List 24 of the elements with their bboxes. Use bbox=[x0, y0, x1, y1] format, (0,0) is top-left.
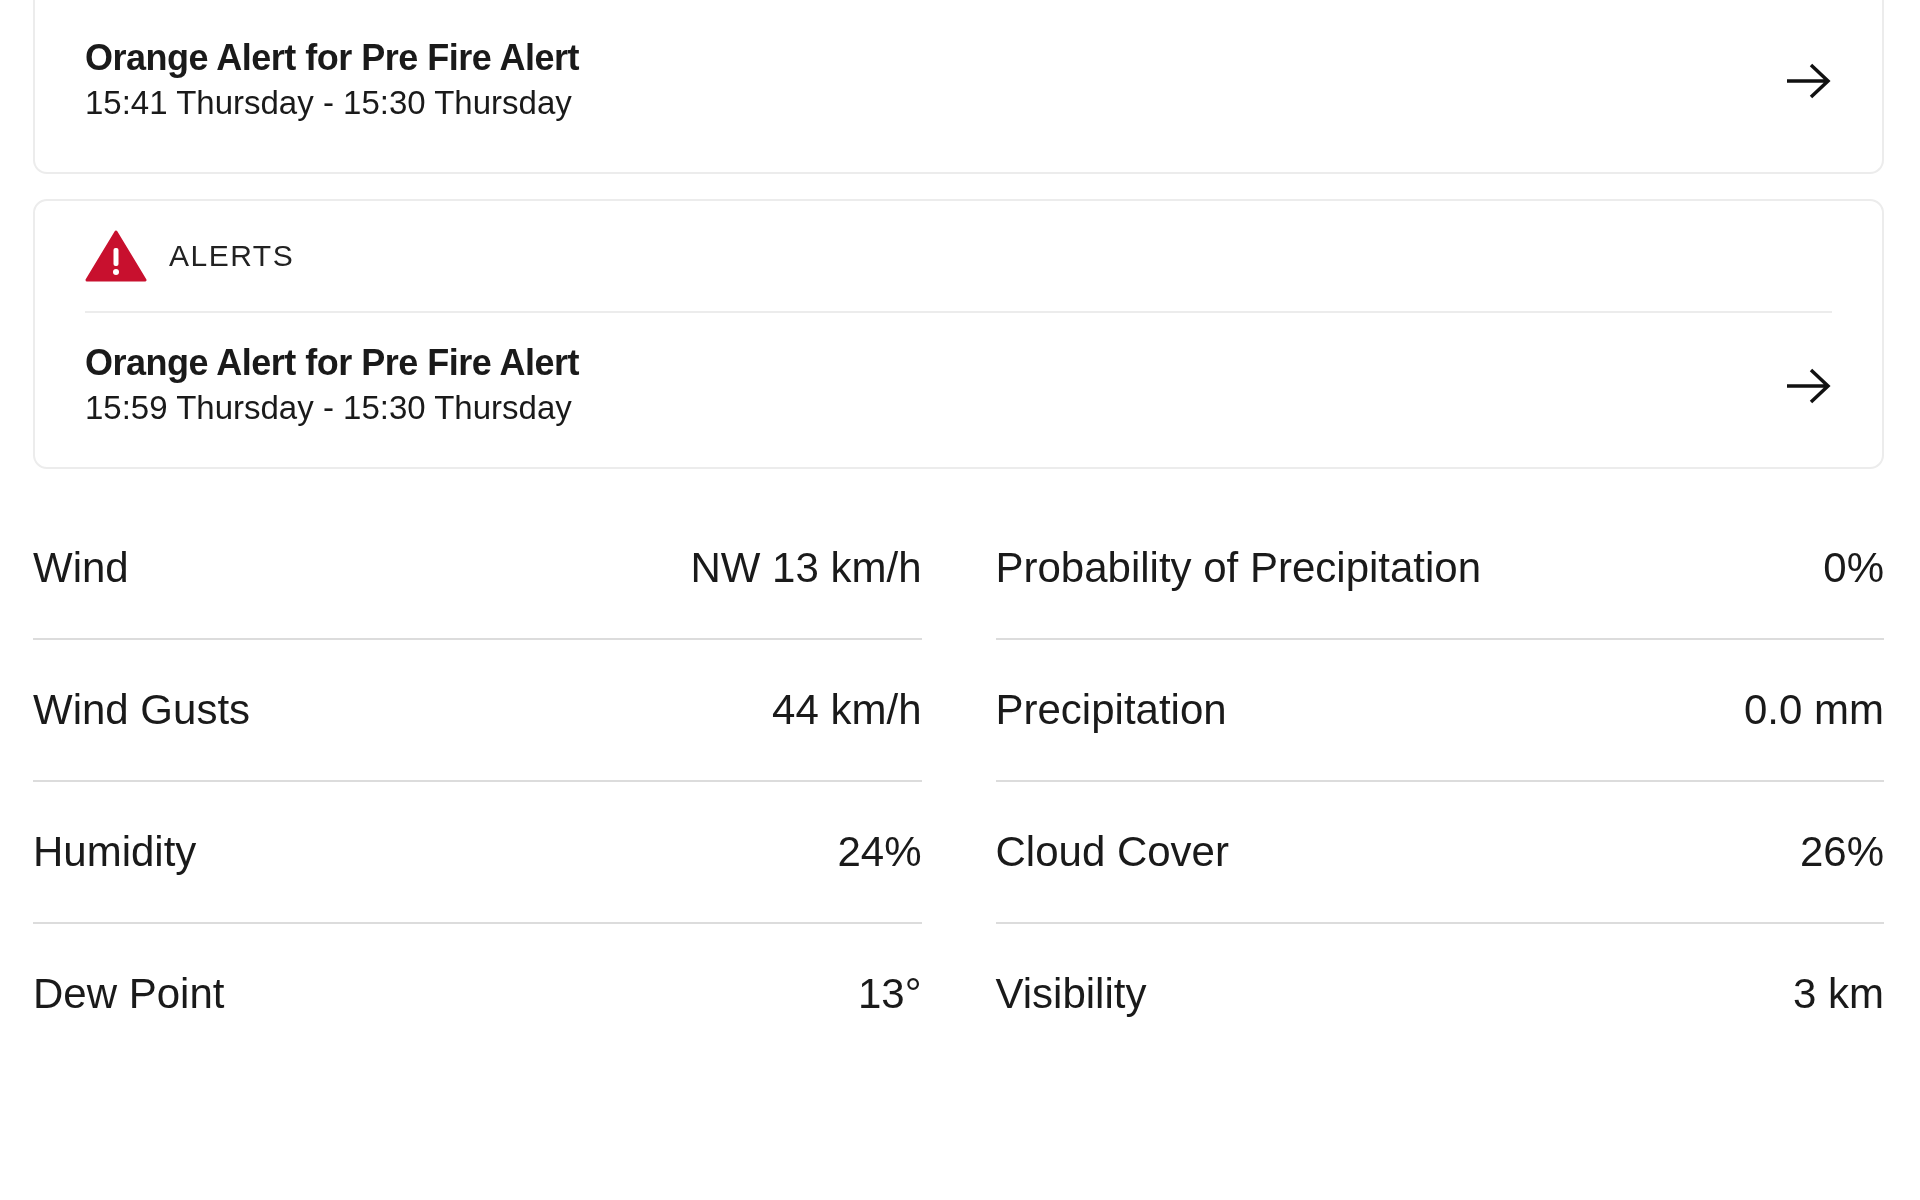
stat-value: 0.0 mm bbox=[1743, 686, 1884, 734]
stat-value: NW 13 km/h bbox=[690, 544, 922, 592]
warning-icon bbox=[85, 230, 147, 282]
stat-label: Wind Gusts bbox=[33, 686, 251, 734]
stat-value: 24% bbox=[837, 828, 922, 876]
stat-value: 13° bbox=[858, 970, 922, 1018]
stat-value: 0% bbox=[1823, 544, 1884, 592]
stat-label: Visibility bbox=[995, 970, 1147, 1018]
stat-value: 3 km bbox=[1793, 970, 1884, 1018]
arrow-right-icon[interactable] bbox=[1784, 61, 1832, 101]
alert-time-range: 15:41 Thursday - 15:30 Thursday bbox=[85, 83, 573, 123]
stat-label: Wind bbox=[33, 544, 129, 592]
stat-label: Precipitation bbox=[995, 686, 1227, 734]
section-heading: ALERTS bbox=[169, 239, 295, 273]
alert-time-range: 15:59 Thursday - 15:30 Thursday bbox=[85, 388, 573, 428]
stat-value: 44 km/h bbox=[772, 686, 922, 734]
stat-label: Probability of Precipitation bbox=[995, 544, 1482, 592]
stat-value: 26% bbox=[1799, 828, 1884, 876]
arrow-right-icon[interactable] bbox=[1784, 366, 1832, 406]
stat-label: Cloud Cover bbox=[995, 828, 1229, 876]
stat-label: Humidity bbox=[33, 828, 197, 876]
alert-title[interactable]: Orange Alert for Pre Fire Alert bbox=[85, 36, 579, 80]
alert-title[interactable]: Orange Alert for Pre Fire Alert bbox=[85, 341, 579, 385]
stat-label: Dew Point bbox=[33, 970, 225, 1018]
